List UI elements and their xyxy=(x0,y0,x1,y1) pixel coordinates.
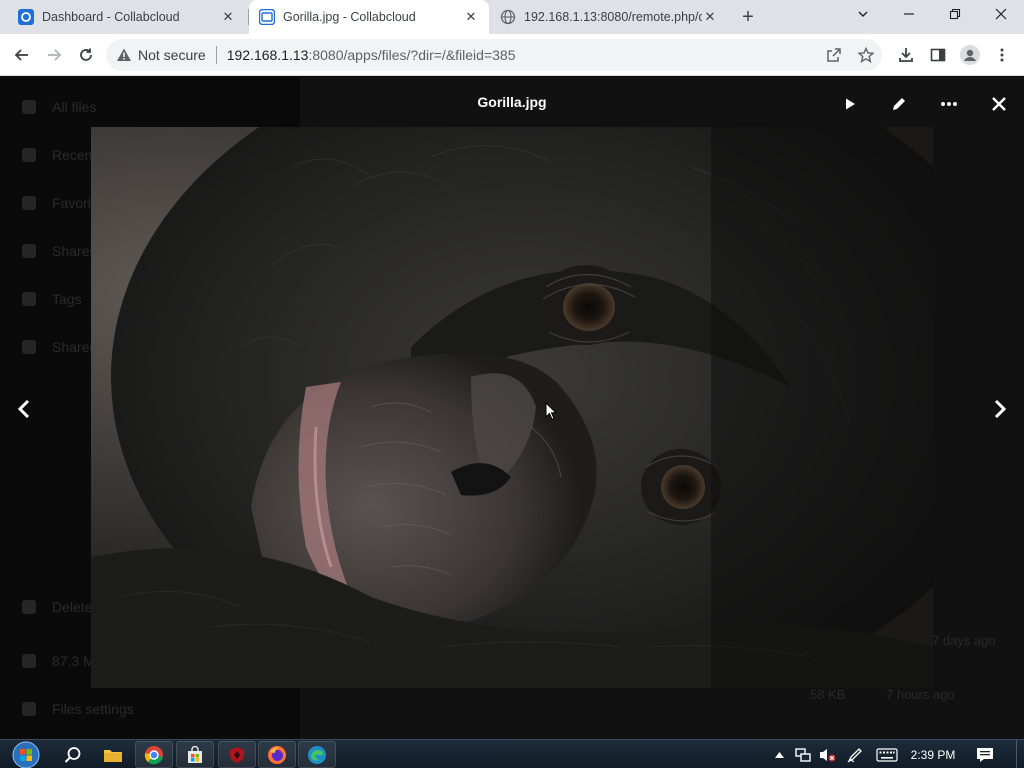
profile-button[interactable] xyxy=(956,41,984,69)
folder-icon xyxy=(104,749,122,762)
taskbar-edge[interactable] xyxy=(298,741,336,768)
taskbar-chrome[interactable] xyxy=(135,741,173,768)
taskbar-firefox[interactable] xyxy=(258,741,296,768)
store-bag-icon xyxy=(188,745,202,763)
reload-button[interactable] xyxy=(72,41,100,69)
address-bar[interactable]: Not secure 192.168.1.13:8080/apps/files/… xyxy=(106,39,882,71)
globe-icon xyxy=(500,9,516,25)
browser-toolbar: Not secure 192.168.1.13:8080/apps/files/… xyxy=(0,34,1024,76)
touch-keyboard-button[interactable] xyxy=(874,740,900,768)
app-shield-icon xyxy=(230,746,244,763)
show-desktop-button[interactable] xyxy=(1016,740,1024,768)
pen-tray-button[interactable] xyxy=(844,740,866,768)
chevron-right-icon xyxy=(994,399,1007,419)
next-image-button[interactable] xyxy=(986,395,1014,423)
windows-taskbar: 2:39 PM xyxy=(0,739,1024,768)
bookmark-button[interactable] xyxy=(852,41,880,69)
viewer-header: Gorilla.jpg xyxy=(0,77,1024,127)
profile-avatar-icon xyxy=(960,45,980,65)
forward-button[interactable] xyxy=(40,41,68,69)
close-viewer-button[interactable] xyxy=(985,90,1013,118)
mouse-cursor-icon xyxy=(545,402,557,421)
action-center-button[interactable] xyxy=(972,740,998,768)
edge-icon xyxy=(308,745,326,764)
viewer-title: Gorilla.jpg xyxy=(477,94,547,110)
network-icon xyxy=(795,747,811,762)
windows-start-orb-icon xyxy=(12,741,40,768)
side-panel-button[interactable] xyxy=(924,41,952,69)
system-clock[interactable]: 2:39 PM xyxy=(906,740,960,768)
tab-gorilla[interactable]: Gorilla.jpg - Collabcloud ✕ xyxy=(249,0,489,34)
new-tab-button[interactable]: + xyxy=(736,5,760,29)
taskbar-app-red[interactable] xyxy=(218,741,256,768)
tab-label: Gorilla.jpg - Collabcloud xyxy=(283,10,416,24)
notification-icon xyxy=(977,747,993,762)
side-panel-icon xyxy=(930,48,946,62)
previous-image-button[interactable] xyxy=(10,395,38,423)
keyboard-icon xyxy=(876,747,898,762)
url-host: 192.168.1.13 xyxy=(226,47,309,63)
viewer-image[interactable] xyxy=(91,127,933,688)
search-icon xyxy=(64,746,81,763)
close-tab-icon[interactable]: ✕ xyxy=(220,9,236,25)
downloads-button[interactable] xyxy=(892,41,920,69)
show-hidden-icons-button[interactable] xyxy=(772,740,786,768)
close-tab-icon[interactable]: ✕ xyxy=(702,9,718,25)
gorilla-photo xyxy=(91,127,933,688)
tab-dashboard[interactable]: Dashboard - Collabcloud ✕ xyxy=(8,0,246,34)
back-button[interactable] xyxy=(8,41,36,69)
sidebar-files-settings: Files settings xyxy=(22,701,134,717)
taskbar-search-button[interactable] xyxy=(54,741,92,768)
pen-icon xyxy=(847,747,862,762)
minimize-button[interactable] xyxy=(886,0,932,34)
play-icon xyxy=(846,98,855,110)
tab-remote[interactable]: 192.168.1.13:8080/remote.php/d ✕ xyxy=(490,0,728,34)
browser-menu-button[interactable] xyxy=(988,41,1016,69)
ghost-row-modified: 7 days ago xyxy=(932,633,996,648)
pencil-icon xyxy=(893,98,905,110)
browser-tab-strip: Dashboard - Collabcloud ✕ Gorilla.jpg - … xyxy=(0,0,1024,34)
ghost-row-size: 58 KB xyxy=(810,687,846,702)
reload-icon xyxy=(80,48,92,61)
close-tab-icon[interactable]: ✕ xyxy=(463,9,479,25)
ghost-row-modified: 7 hours ago xyxy=(886,687,955,702)
collabcloud-icon xyxy=(18,9,34,25)
star-icon xyxy=(858,47,874,63)
sidebar-item-recent: Recent xyxy=(22,147,96,163)
firefox-icon xyxy=(268,745,286,764)
sidebar-item-shared: Shared xyxy=(22,339,97,355)
omnibox-divider xyxy=(215,46,217,64)
chrome-icon xyxy=(144,745,163,764)
taskbar-file-explorer[interactable] xyxy=(94,741,132,768)
slideshow-button[interactable] xyxy=(836,90,864,118)
restore-button[interactable] xyxy=(932,0,978,34)
warning-triangle-icon xyxy=(117,48,131,61)
start-button[interactable] xyxy=(6,741,46,768)
taskbar-store[interactable] xyxy=(176,741,214,768)
share-button[interactable] xyxy=(820,41,848,69)
chevron-left-icon xyxy=(17,399,30,419)
more-horizontal-icon xyxy=(941,102,957,106)
speaker-muted-icon xyxy=(820,748,836,761)
kebab-menu-icon xyxy=(1000,48,1004,62)
volume-tray-button[interactable] xyxy=(816,740,838,768)
back-arrow-icon xyxy=(14,49,28,61)
security-status[interactable]: Not secure xyxy=(138,47,206,63)
share-icon xyxy=(827,48,841,62)
tab-search-chevron-icon[interactable] xyxy=(840,0,886,34)
close-window-button[interactable] xyxy=(978,0,1024,34)
edit-button[interactable] xyxy=(885,90,913,118)
tab-label: 192.168.1.13:8080/remote.php/d xyxy=(524,10,702,24)
forward-arrow-icon xyxy=(48,49,62,61)
download-icon xyxy=(899,48,913,62)
tab-label: Dashboard - Collabcloud xyxy=(42,10,180,24)
url-path: :8080/apps/files/?dir=/&fileid=385 xyxy=(308,47,516,63)
sidebar-item-shares: Shares xyxy=(22,243,96,259)
sidebar-item-tags: Tags xyxy=(22,291,82,307)
chevron-up-icon xyxy=(774,751,784,758)
more-actions-button[interactable] xyxy=(935,90,963,118)
network-tray-button[interactable] xyxy=(792,740,814,768)
close-icon xyxy=(992,97,1006,111)
collabcloud-icon xyxy=(259,9,275,25)
